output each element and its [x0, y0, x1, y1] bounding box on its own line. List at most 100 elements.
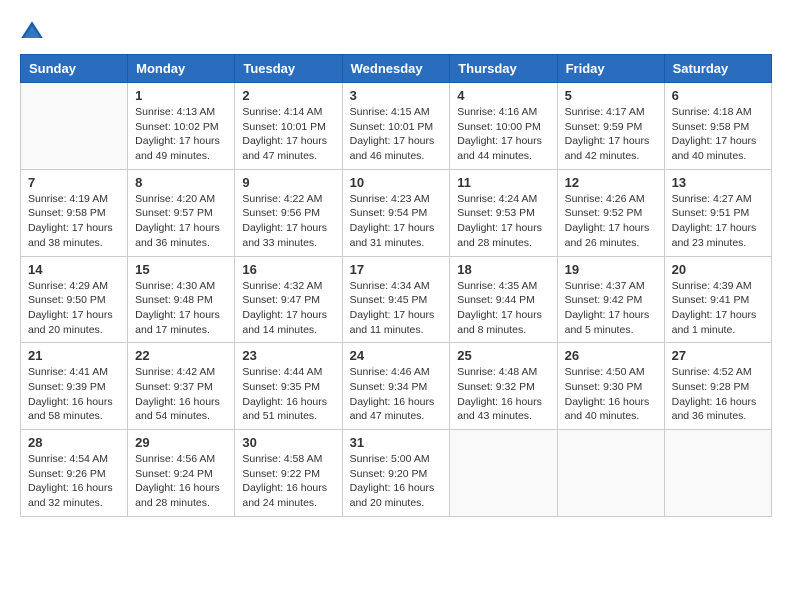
- calendar-cell: [21, 83, 128, 170]
- day-info: Sunrise: 4:58 AMSunset: 9:22 PMDaylight:…: [242, 452, 334, 511]
- calendar-cell: 10 Sunrise: 4:23 AMSunset: 9:54 PMDayligh…: [342, 169, 450, 256]
- calendar-cell: 19 Sunrise: 4:37 AMSunset: 9:42 PMDayligh…: [557, 256, 664, 343]
- day-info: Sunrise: 4:15 AMSunset: 10:01 PMDaylight…: [350, 105, 443, 164]
- day-info: Sunrise: 4:29 AMSunset: 9:50 PMDaylight:…: [28, 279, 120, 338]
- day-info: Sunrise: 4:50 AMSunset: 9:30 PMDaylight:…: [565, 365, 657, 424]
- day-of-week-header: Wednesday: [342, 55, 450, 83]
- day-info: Sunrise: 4:39 AMSunset: 9:41 PMDaylight:…: [672, 279, 764, 338]
- calendar-cell: 28Sunrise: 4:54 AMSunset: 9:26 PMDayligh…: [21, 430, 128, 517]
- calendar-cell: 20 Sunrise: 4:39 AMSunset: 9:41 PMDayligh…: [664, 256, 771, 343]
- day-number: 16: [242, 262, 334, 277]
- day-info: Sunrise: 4:46 AMSunset: 9:34 PMDaylight:…: [350, 365, 443, 424]
- calendar-cell: 1 Sunrise: 4:13 AMSunset: 10:02 PMDayligh…: [128, 83, 235, 170]
- calendar-cell: 13 Sunrise: 4:27 AMSunset: 9:51 PMDayligh…: [664, 169, 771, 256]
- day-number: 18: [457, 262, 549, 277]
- calendar-cell: 14 Sunrise: 4:29 AMSunset: 9:50 PMDayligh…: [21, 256, 128, 343]
- day-number: 12: [565, 175, 657, 190]
- calendar-cell: 11 Sunrise: 4:24 AMSunset: 9:53 PMDayligh…: [450, 169, 557, 256]
- day-info: Sunrise: 4:26 AMSunset: 9:52 PMDaylight:…: [565, 192, 657, 251]
- logo-icon: [20, 20, 44, 44]
- calendar-cell: 31Sunrise: 5:00 AMSunset: 9:20 PMDayligh…: [342, 430, 450, 517]
- day-info: Sunrise: 4:13 AMSunset: 10:02 PMDaylight…: [135, 105, 227, 164]
- day-info: Sunrise: 4:30 AMSunset: 9:48 PMDaylight:…: [135, 279, 227, 338]
- day-number: 20: [672, 262, 764, 277]
- day-info: Sunrise: 4:22 AMSunset: 9:56 PMDaylight:…: [242, 192, 334, 251]
- day-info: Sunrise: 4:52 AMSunset: 9:28 PMDaylight:…: [672, 365, 764, 424]
- calendar-cell: 27 Sunrise: 4:52 AMSunset: 9:28 PMDayligh…: [664, 343, 771, 430]
- day-of-week-header: Tuesday: [235, 55, 342, 83]
- day-number: 14: [28, 262, 120, 277]
- calendar-cell: 5 Sunrise: 4:17 AMSunset: 9:59 PMDaylight…: [557, 83, 664, 170]
- calendar-cell: 17Sunrise: 4:34 AMSunset: 9:45 PMDayligh…: [342, 256, 450, 343]
- calendar-cell: 26 Sunrise: 4:50 AMSunset: 9:30 PMDayligh…: [557, 343, 664, 430]
- day-info: Sunrise: 4:48 AMSunset: 9:32 PMDaylight:…: [457, 365, 549, 424]
- page-header: [20, 20, 772, 44]
- calendar-week-row: 21Sunrise: 4:41 AMSunset: 9:39 PMDayligh…: [21, 343, 772, 430]
- calendar-cell: 8 Sunrise: 4:20 AMSunset: 9:57 PMDaylight…: [128, 169, 235, 256]
- day-info: Sunrise: 4:44 AMSunset: 9:35 PMDaylight:…: [242, 365, 334, 424]
- day-info: Sunrise: 4:41 AMSunset: 9:39 PMDaylight:…: [28, 365, 120, 424]
- day-number: 9: [242, 175, 334, 190]
- day-info: Sunrise: 4:34 AMSunset: 9:45 PMDaylight:…: [350, 279, 443, 338]
- day-number: 4: [457, 88, 549, 103]
- day-number: 13: [672, 175, 764, 190]
- day-info: Sunrise: 4:37 AMSunset: 9:42 PMDaylight:…: [565, 279, 657, 338]
- day-number: 15: [135, 262, 227, 277]
- day-number: 23: [242, 348, 334, 363]
- day-info: Sunrise: 4:32 AMSunset: 9:47 PMDaylight:…: [242, 279, 334, 338]
- day-number: 5: [565, 88, 657, 103]
- day-number: 27: [672, 348, 764, 363]
- calendar-week-row: 1 Sunrise: 4:13 AMSunset: 10:02 PMDayligh…: [21, 83, 772, 170]
- day-info: Sunrise: 4:20 AMSunset: 9:57 PMDaylight:…: [135, 192, 227, 251]
- day-number: 26: [565, 348, 657, 363]
- day-of-week-header: Monday: [128, 55, 235, 83]
- day-info: Sunrise: 4:18 AMSunset: 9:58 PMDaylight:…: [672, 105, 764, 164]
- day-info: Sunrise: 4:54 AMSunset: 9:26 PMDaylight:…: [28, 452, 120, 511]
- calendar-cell: 22 Sunrise: 4:42 AMSunset: 9:37 PMDayligh…: [128, 343, 235, 430]
- day-info: Sunrise: 4:17 AMSunset: 9:59 PMDaylight:…: [565, 105, 657, 164]
- day-info: Sunrise: 4:19 AMSunset: 9:58 PMDaylight:…: [28, 192, 120, 251]
- day-number: 19: [565, 262, 657, 277]
- calendar-cell: 30 Sunrise: 4:58 AMSunset: 9:22 PMDayligh…: [235, 430, 342, 517]
- day-info: Sunrise: 4:56 AMSunset: 9:24 PMDaylight:…: [135, 452, 227, 511]
- calendar-table: SundayMondayTuesdayWednesdayThursdayFrid…: [20, 54, 772, 517]
- calendar-cell: 24 Sunrise: 4:46 AMSunset: 9:34 PMDayligh…: [342, 343, 450, 430]
- calendar-cell: [557, 430, 664, 517]
- day-number: 25: [457, 348, 549, 363]
- calendar-cell: 21Sunrise: 4:41 AMSunset: 9:39 PMDayligh…: [21, 343, 128, 430]
- calendar-cell: 25 Sunrise: 4:48 AMSunset: 9:32 PMDayligh…: [450, 343, 557, 430]
- day-number: 22: [135, 348, 227, 363]
- logo: [20, 20, 48, 44]
- day-number: 7: [28, 175, 120, 190]
- calendar-week-row: 14 Sunrise: 4:29 AMSunset: 9:50 PMDayligh…: [21, 256, 772, 343]
- calendar-cell: 3Sunrise: 4:15 AMSunset: 10:01 PMDayligh…: [342, 83, 450, 170]
- calendar-cell: 15 Sunrise: 4:30 AMSunset: 9:48 PMDayligh…: [128, 256, 235, 343]
- calendar-cell: 6 Sunrise: 4:18 AMSunset: 9:58 PMDaylight…: [664, 83, 771, 170]
- day-number: 11: [457, 175, 549, 190]
- day-info: Sunrise: 4:14 AMSunset: 10:01 PMDaylight…: [242, 105, 334, 164]
- day-info: Sunrise: 4:24 AMSunset: 9:53 PMDaylight:…: [457, 192, 549, 251]
- day-number: 24: [350, 348, 443, 363]
- day-of-week-header: Saturday: [664, 55, 771, 83]
- day-number: 10: [350, 175, 443, 190]
- calendar-cell: 29Sunrise: 4:56 AMSunset: 9:24 PMDayligh…: [128, 430, 235, 517]
- day-number: 6: [672, 88, 764, 103]
- calendar-cell: 9 Sunrise: 4:22 AMSunset: 9:56 PMDaylight…: [235, 169, 342, 256]
- day-number: 30: [242, 435, 334, 450]
- day-info: Sunrise: 4:16 AMSunset: 10:00 PMDaylight…: [457, 105, 549, 164]
- calendar-header-row: SundayMondayTuesdayWednesdayThursdayFrid…: [21, 55, 772, 83]
- day-info: Sunrise: 4:35 AMSunset: 9:44 PMDaylight:…: [457, 279, 549, 338]
- day-info: Sunrise: 4:42 AMSunset: 9:37 PMDaylight:…: [135, 365, 227, 424]
- day-info: Sunrise: 4:27 AMSunset: 9:51 PMDaylight:…: [672, 192, 764, 251]
- day-info: Sunrise: 4:23 AMSunset: 9:54 PMDaylight:…: [350, 192, 443, 251]
- day-of-week-header: Friday: [557, 55, 664, 83]
- day-info: Sunrise: 5:00 AMSunset: 9:20 PMDaylight:…: [350, 452, 443, 511]
- calendar-cell: 7 Sunrise: 4:19 AMSunset: 9:58 PMDaylight…: [21, 169, 128, 256]
- day-number: 8: [135, 175, 227, 190]
- calendar-cell: 16 Sunrise: 4:32 AMSunset: 9:47 PMDayligh…: [235, 256, 342, 343]
- day-of-week-header: Sunday: [21, 55, 128, 83]
- day-number: 2: [242, 88, 334, 103]
- day-number: 1: [135, 88, 227, 103]
- calendar-cell: 2 Sunrise: 4:14 AMSunset: 10:01 PMDayligh…: [235, 83, 342, 170]
- calendar-cell: 4 Sunrise: 4:16 AMSunset: 10:00 PMDayligh…: [450, 83, 557, 170]
